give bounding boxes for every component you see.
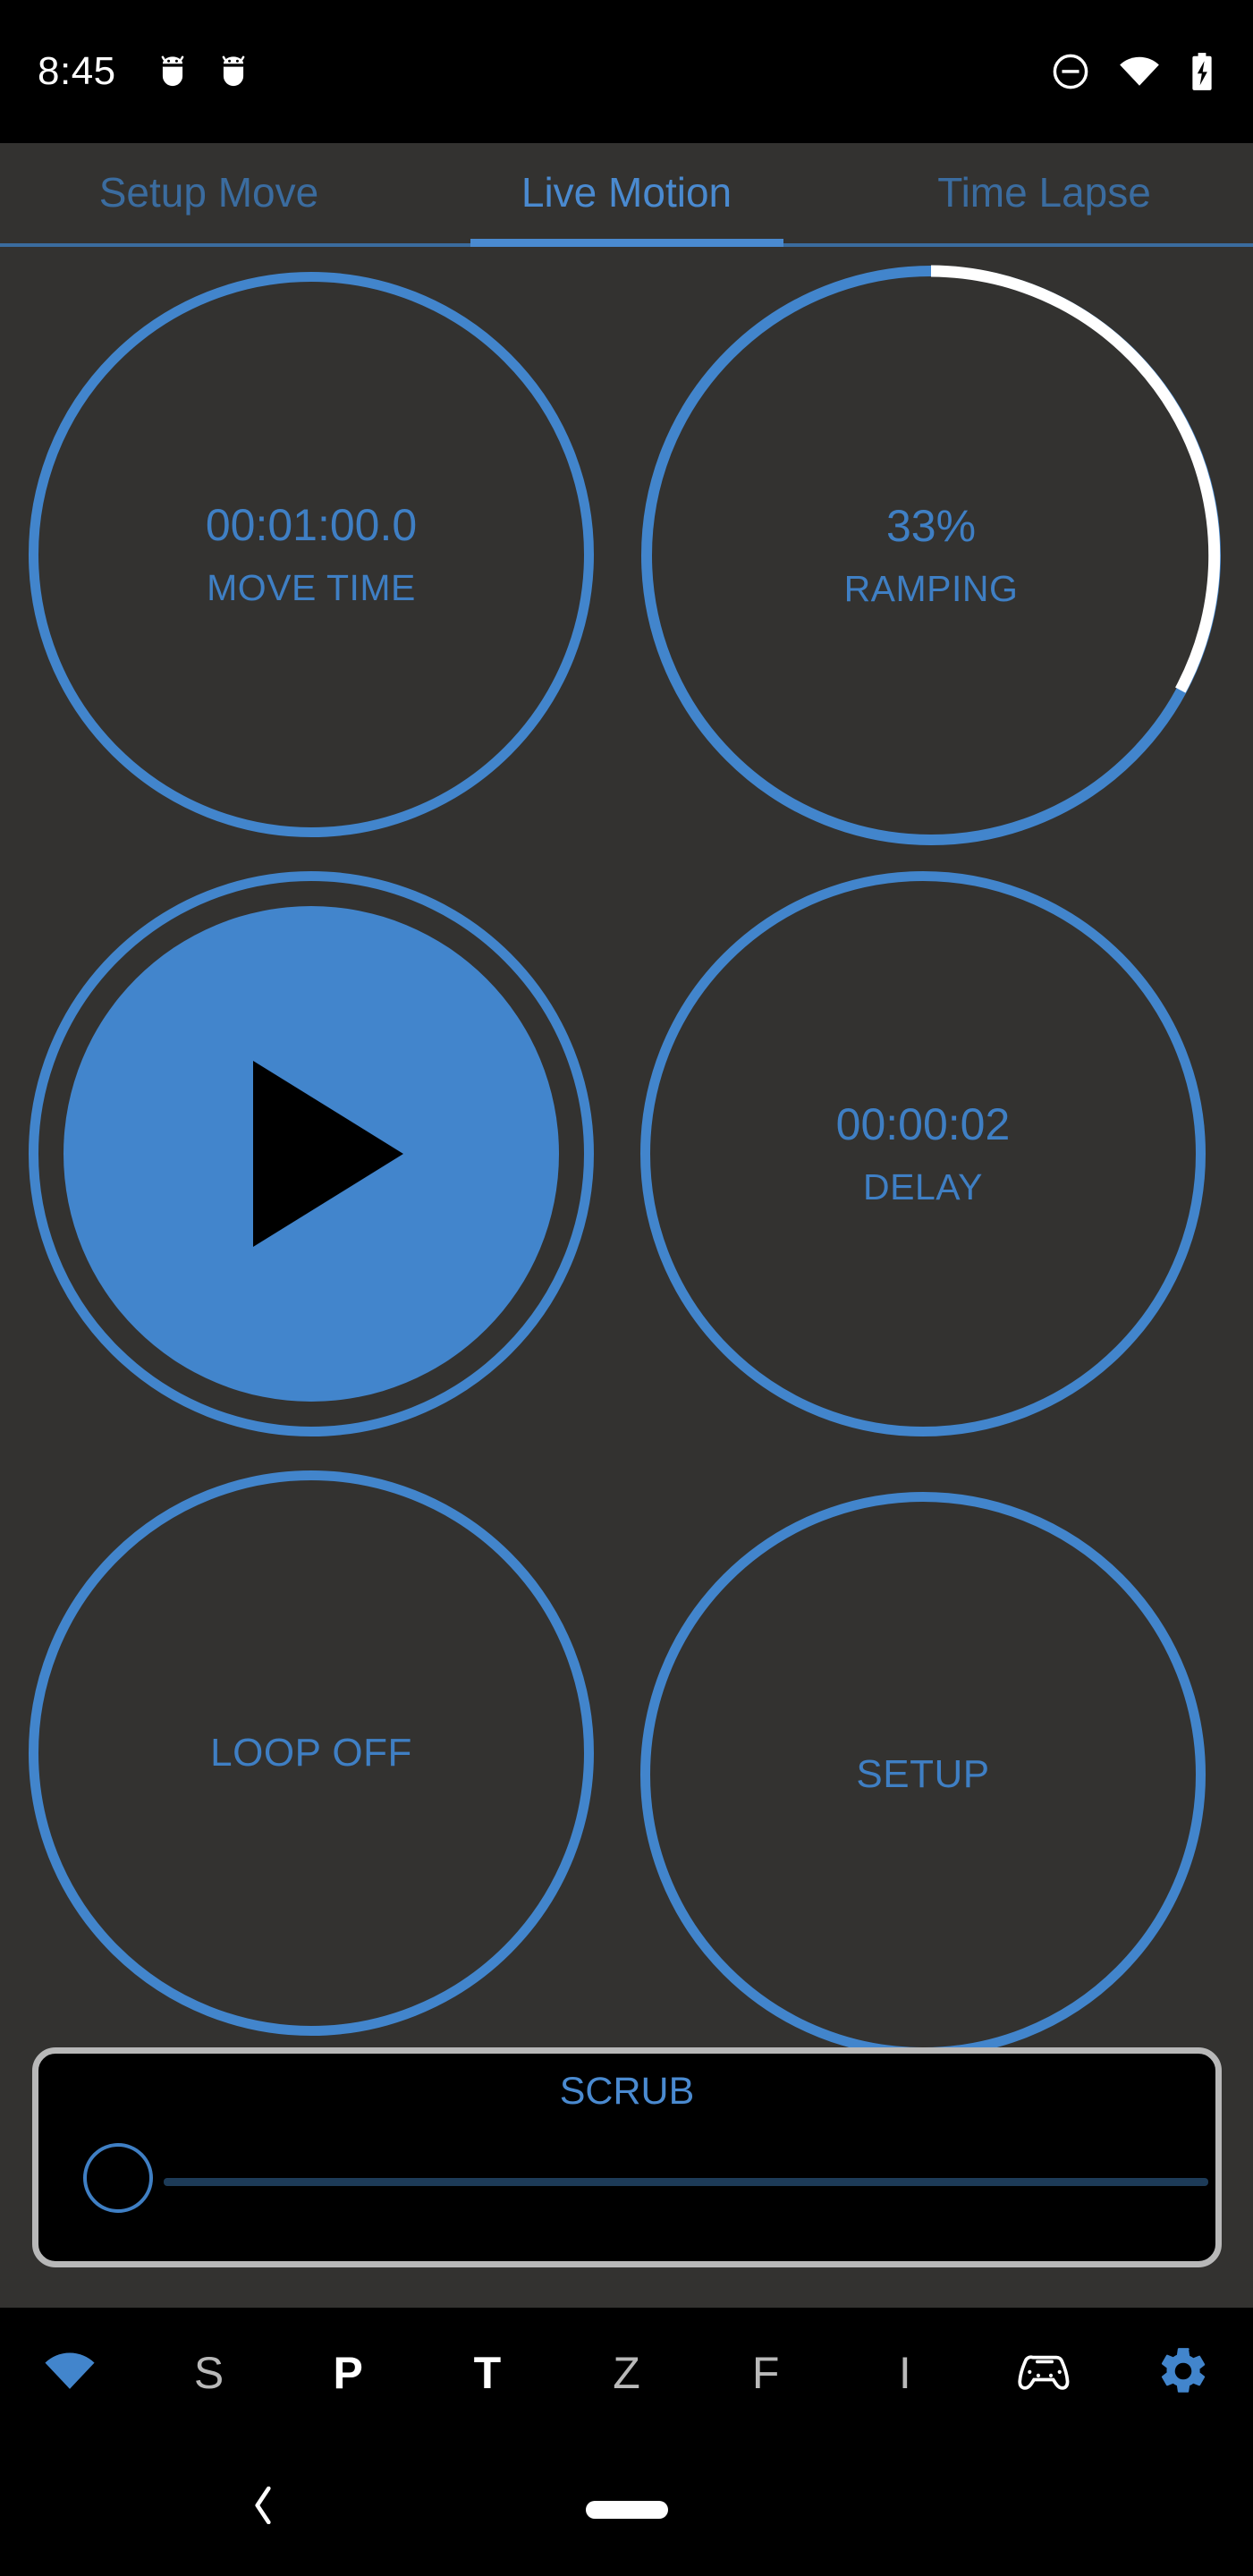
move-time-button[interactable]: 00:01:00.0 MOVE TIME xyxy=(29,272,594,837)
nav-item-i-label: I xyxy=(898,2348,911,2398)
ramping-label: RAMPING xyxy=(843,567,1019,609)
nav-item-t[interactable]: T xyxy=(418,2313,557,2433)
ramping-button[interactable]: 33% RAMPING xyxy=(640,265,1222,846)
nav-item-z-label: Z xyxy=(613,2348,640,2398)
ramping-text-group: 33% RAMPING xyxy=(640,265,1222,846)
scrub-slider-track[interactable] xyxy=(164,2178,1208,2186)
system-navigation-bar xyxy=(0,2433,1253,2576)
ramping-value: 33% xyxy=(885,500,977,551)
nav-item-settings[interactable] xyxy=(1113,2313,1253,2433)
setup-button[interactable]: SETUP xyxy=(640,1492,1206,2057)
home-pill-icon[interactable] xyxy=(586,2501,668,2519)
move-time-value: 00:01:00.0 xyxy=(205,499,418,550)
status-bar: 8:45 xyxy=(0,0,1253,143)
delay-value: 00:00:02 xyxy=(835,1098,1011,1149)
nav-item-s[interactable]: S xyxy=(140,2313,279,2433)
loop-button[interactable]: LOOP OFF xyxy=(29,1470,594,2036)
gamepad-icon xyxy=(1015,2351,1074,2396)
gear-icon xyxy=(1156,2343,1211,2403)
tab-bar: Setup Move Live Motion Time Lapse xyxy=(0,143,1253,247)
back-chevron-icon[interactable] xyxy=(251,2486,275,2525)
android-notification-icon xyxy=(156,53,190,90)
nav-item-i[interactable]: I xyxy=(835,2313,975,2433)
nav-item-z[interactable]: Z xyxy=(557,2313,697,2433)
android-notification-icon xyxy=(216,53,250,90)
live-motion-panel: 00:01:00.0 MOVE TIME 33% RAMPING 00:00:0… xyxy=(0,247,1253,2308)
scrub-slider-thumb[interactable] xyxy=(83,2143,153,2213)
status-bar-system-icons xyxy=(1051,52,1215,91)
nav-item-s-label: S xyxy=(193,2348,224,2398)
delay-label: DELAY xyxy=(863,1165,983,1208)
nav-item-gamepad[interactable] xyxy=(975,2313,1114,2433)
tab-setup-move[interactable]: Setup Move xyxy=(0,143,418,242)
nav-item-p[interactable]: P xyxy=(278,2313,418,2433)
nav-item-f-label: F xyxy=(751,2348,780,2398)
play-icon xyxy=(253,1061,403,1247)
play-button[interactable] xyxy=(29,871,594,1436)
nav-item-t-label: T xyxy=(473,2348,502,2398)
phone-screen: 8:45 Setup Move Live Motion Time Lapse 0… xyxy=(0,0,1253,2576)
app-bottom-nav: S P T Z F I xyxy=(0,2313,1253,2433)
nav-item-p-label: P xyxy=(333,2348,363,2398)
wifi-icon xyxy=(1119,55,1160,89)
status-bar-clock: 8:45 xyxy=(38,49,116,93)
status-bar-notification-icons xyxy=(156,53,250,90)
setup-label: SETUP xyxy=(856,1752,990,1796)
play-button-fill[interactable] xyxy=(63,906,559,1402)
tab-time-lapse[interactable]: Time Lapse xyxy=(835,143,1253,242)
scrub-panel: SCRUB xyxy=(32,2047,1222,2267)
move-time-label: MOVE TIME xyxy=(207,566,416,608)
battery-charging-icon xyxy=(1189,52,1215,91)
scrub-label: SCRUB xyxy=(559,2070,695,2113)
tab-active-indicator xyxy=(470,239,783,247)
delay-button[interactable]: 00:00:02 DELAY xyxy=(640,871,1206,1436)
tab-live-motion[interactable]: Live Motion xyxy=(418,143,835,242)
nav-item-wifi[interactable] xyxy=(0,2313,140,2433)
loop-label: LOOP OFF xyxy=(210,1731,412,1775)
tab-list: Setup Move Live Motion Time Lapse xyxy=(0,143,1253,242)
wifi-icon xyxy=(44,2350,96,2397)
nav-item-f[interactable]: F xyxy=(696,2313,835,2433)
do-not-disturb-icon xyxy=(1051,52,1090,91)
